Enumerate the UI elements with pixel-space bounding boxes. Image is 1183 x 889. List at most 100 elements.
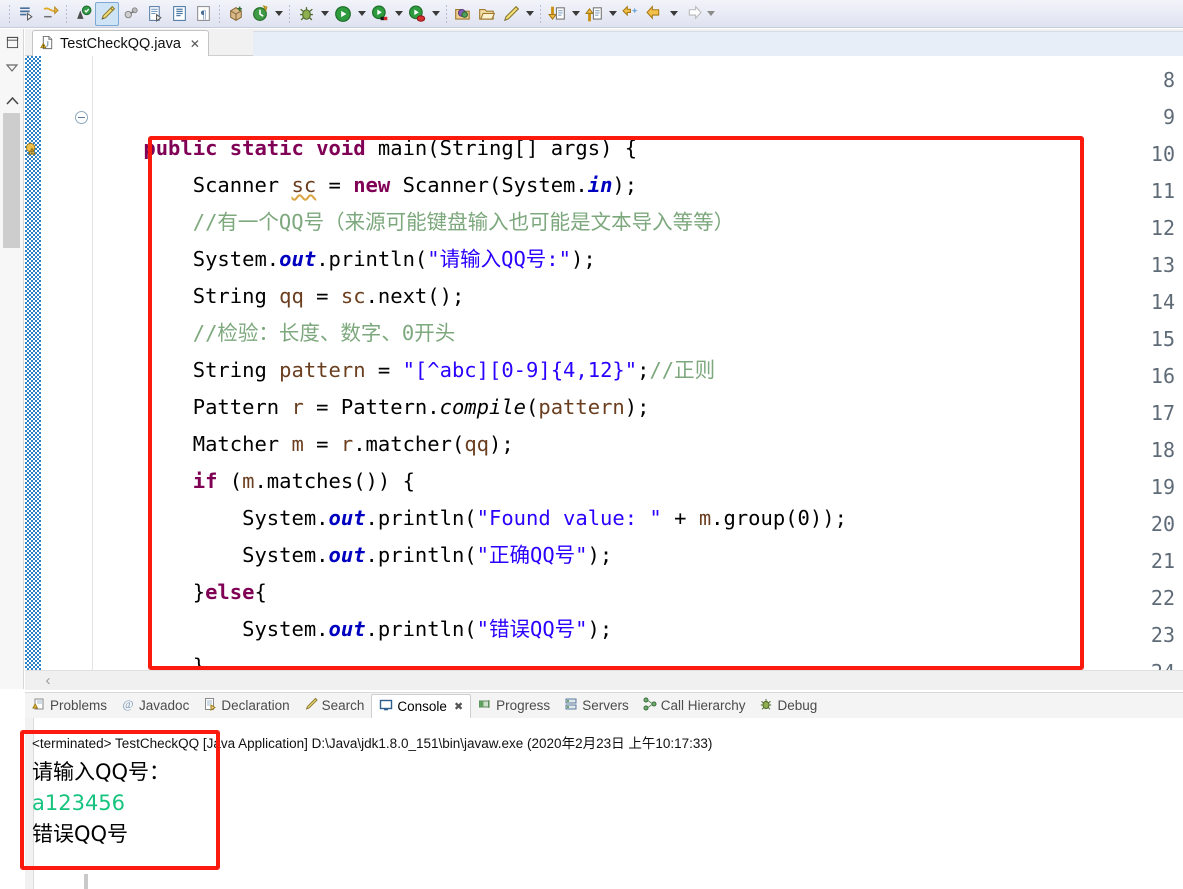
line-number-gutter xyxy=(41,56,93,670)
tab-declaration[interactable]: Declaration xyxy=(196,694,296,718)
warning-marker-icon[interactable] xyxy=(25,141,40,156)
code-line-15: String pattern = "[^abc][0-9]{4,12}";//正… xyxy=(192,358,716,382)
editor-tab-testcheckqq[interactable]: J TestCheckQQ.java ✕ xyxy=(32,30,209,56)
code-editor[interactable]: 8 9 10 11 12 13 14 15 16 17 18 19 20 21 … xyxy=(25,56,1183,670)
console-output-line: a123456 xyxy=(32,791,126,815)
tab-console[interactable]: Console ✖ xyxy=(371,693,472,718)
toggle-mark-occurrences-icon[interactable] xyxy=(71,2,95,26)
left-rail xyxy=(0,29,24,689)
previous-member-icon[interactable] xyxy=(582,2,606,26)
rail-scrollbar-thumb[interactable] xyxy=(3,113,20,248)
pencil-edit-icon[interactable] xyxy=(95,1,119,26)
run-coverage-icon[interactable] xyxy=(368,2,392,26)
previous-annotation-icon[interactable] xyxy=(38,2,62,26)
toolbar-separator xyxy=(9,4,10,23)
close-icon[interactable]: ✖ xyxy=(454,700,463,713)
forward-arrow-icon[interactable] xyxy=(680,2,704,26)
back-history-icon[interactable] xyxy=(619,2,643,26)
code-line-22: System.out.println("错误QQ号"); xyxy=(242,617,613,641)
external-tools-dropdown-arrow-icon[interactable] xyxy=(272,3,285,25)
tab-label: Declaration xyxy=(221,698,290,713)
run-dropdown-arrow-icon[interactable] xyxy=(355,3,368,25)
svg-text:@: @ xyxy=(123,697,134,711)
tab-progress[interactable]: Progress xyxy=(471,694,557,718)
code-line-21: }else{ xyxy=(192,580,267,604)
scroll-left-chevron-icon[interactable]: ‹ xyxy=(25,671,71,691)
console-output-line: 请输入QQ号： xyxy=(32,760,171,784)
tab-problems[interactable]: Problems xyxy=(25,694,114,718)
next-member-dropdown-arrow-icon[interactable] xyxy=(569,3,582,25)
tab-label: Debug xyxy=(777,698,818,713)
tab-servers[interactable]: Servers xyxy=(557,694,636,718)
servers-icon xyxy=(564,697,578,714)
tab-label: Search xyxy=(321,698,365,713)
tab-label: Progress xyxy=(496,698,551,713)
toolbar-separator xyxy=(219,4,220,23)
back-dropdown-arrow-icon[interactable] xyxy=(667,3,680,25)
editor-tabstrip: J TestCheckQQ.java ✕ xyxy=(25,29,1183,57)
tab-call-hierarchy[interactable]: Call Hierarchy xyxy=(636,694,753,718)
previous-member-dropdown-arrow-icon[interactable] xyxy=(606,3,619,25)
problems-icon xyxy=(32,697,46,714)
code-line-11: //有一个QQ号（来源可能键盘输入也可能是文本导入等等） xyxy=(192,210,735,234)
call-hierarchy-icon xyxy=(643,697,657,714)
open-task-icon[interactable] xyxy=(143,2,167,26)
link-with-editor-icon[interactable] xyxy=(119,2,143,26)
code-line-9: public static void main(String[] args) { xyxy=(143,136,638,160)
tabstrip-filler xyxy=(253,31,1183,57)
show-whitespace-icon[interactable] xyxy=(167,2,191,26)
javadoc-icon: @ xyxy=(121,697,135,714)
search-icon xyxy=(304,697,318,714)
tab-javadoc[interactable]: @ Javadoc xyxy=(114,694,196,718)
restore-view-icon[interactable] xyxy=(0,29,24,55)
tab-debug[interactable]: Debug xyxy=(752,694,824,718)
code-line-13: String qq = sc.next(); xyxy=(192,284,465,308)
back-arrow-icon[interactable] xyxy=(643,2,667,26)
toolbar-separator xyxy=(540,4,541,23)
paragraph-mark-icon[interactable]: ¶ xyxy=(191,2,215,26)
view-menu-chevron-down-icon[interactable] xyxy=(0,55,24,81)
editor-horizontal-scrollbar[interactable]: ‹ xyxy=(25,670,1183,690)
close-icon[interactable]: ✕ xyxy=(190,37,200,51)
code-line-14: //检验：长度、数字、0开头 xyxy=(192,321,456,345)
code-line-16: Pattern r = Pattern.compile(pattern); xyxy=(192,395,650,419)
new-wizard-dropdown-arrow-icon[interactable] xyxy=(523,3,536,25)
fold-collapse-icon[interactable] xyxy=(75,111,88,124)
code-line-12: System.out.println("请输入QQ号:"); xyxy=(192,247,596,271)
toolbar-separator xyxy=(66,4,67,23)
main-toolbar: ¶ xyxy=(0,0,1183,28)
run-profile-icon[interactable] xyxy=(405,2,429,26)
svg-text:J: J xyxy=(46,39,49,48)
external-tools-icon[interactable] xyxy=(248,2,272,26)
new-java-package-icon[interactable] xyxy=(224,2,248,26)
tab-label: Call Hierarchy xyxy=(660,698,746,713)
open-type-icon[interactable] xyxy=(451,2,475,26)
progress-icon xyxy=(478,697,492,714)
next-member-icon[interactable] xyxy=(545,2,569,26)
code-text[interactable]: public static void main(String[] args) {… xyxy=(94,56,1183,670)
code-line-10: Scanner sc = new Scanner(System.in); xyxy=(192,173,638,197)
code-line-17: Matcher m = r.matcher(qq); xyxy=(192,432,514,456)
forward-dropdown-arrow-icon[interactable] xyxy=(704,3,717,25)
code-line-19: System.out.println("Found value: " + m.g… xyxy=(242,506,847,530)
tab-search[interactable]: Search xyxy=(297,694,372,718)
next-annotation-icon[interactable] xyxy=(14,2,38,26)
editor-tab-label: TestCheckQQ.java xyxy=(60,35,181,52)
console-icon xyxy=(379,698,393,715)
new-wizard-icon[interactable] xyxy=(499,2,523,26)
tab-label: Problems xyxy=(50,698,108,713)
code-line-20: System.out.println("正确QQ号"); xyxy=(242,543,613,567)
run-play-icon[interactable] xyxy=(331,2,355,26)
declaration-icon xyxy=(203,697,217,714)
scroll-up-chevron-icon[interactable] xyxy=(0,89,24,113)
toolbar-separator xyxy=(446,4,447,23)
java-file-warning-icon: J xyxy=(40,35,55,53)
tab-label: Servers xyxy=(582,698,629,713)
debug-bug-icon[interactable] xyxy=(294,2,318,26)
console-scroll-indicator xyxy=(84,874,88,889)
open-resource-icon[interactable] xyxy=(475,2,499,26)
coverage-dropdown-arrow-icon[interactable] xyxy=(392,3,405,25)
profile-dropdown-arrow-icon[interactable] xyxy=(429,3,442,25)
debug-dropdown-arrow-icon[interactable] xyxy=(318,3,331,25)
